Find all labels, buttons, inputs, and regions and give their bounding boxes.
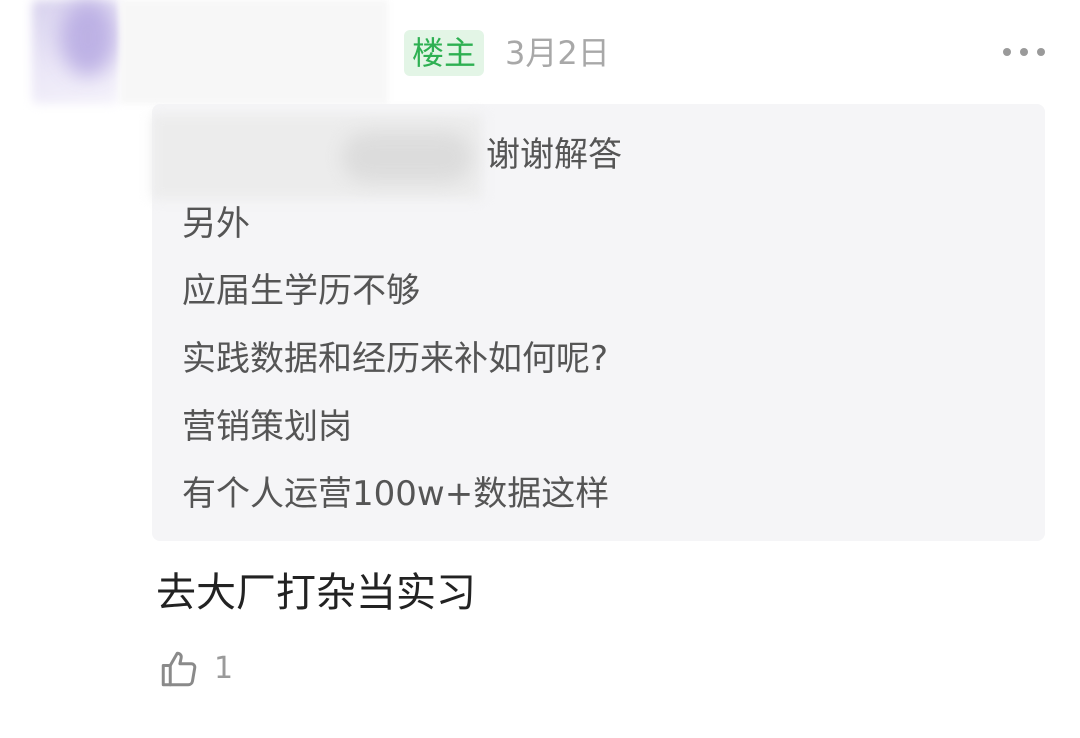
quote-author-name-blur [342,132,472,182]
like-button[interactable]: 1 [158,646,233,692]
quote-line: 应届生学历不够 [182,271,420,311]
op-badge: 楼主 [404,30,485,76]
quote-first-line: 谢谢解答 [486,135,622,175]
avatar-blur [60,0,116,76]
quote-line: 另外 [182,204,250,244]
more-dots-icon[interactable] [1003,41,1045,63]
quote-line: 有个人运营100w+数据这样 [182,474,610,514]
reply-text: 去大厂打杂当实习 [156,570,476,616]
username-blurred[interactable] [120,0,388,104]
quoted-comment[interactable]: 谢谢解答 另外 应届生学历不够 实践数据和经历来补如何呢? 营销策划岗 有个人运… [152,104,1045,541]
like-count: 1 [214,651,234,686]
quote-line: 实践数据和经历来补如何呢? [182,339,609,379]
thumbs-up-icon [161,651,197,687]
post-date: 3月2日 [505,34,610,72]
quote-line: 营销策划岗 [182,407,352,447]
